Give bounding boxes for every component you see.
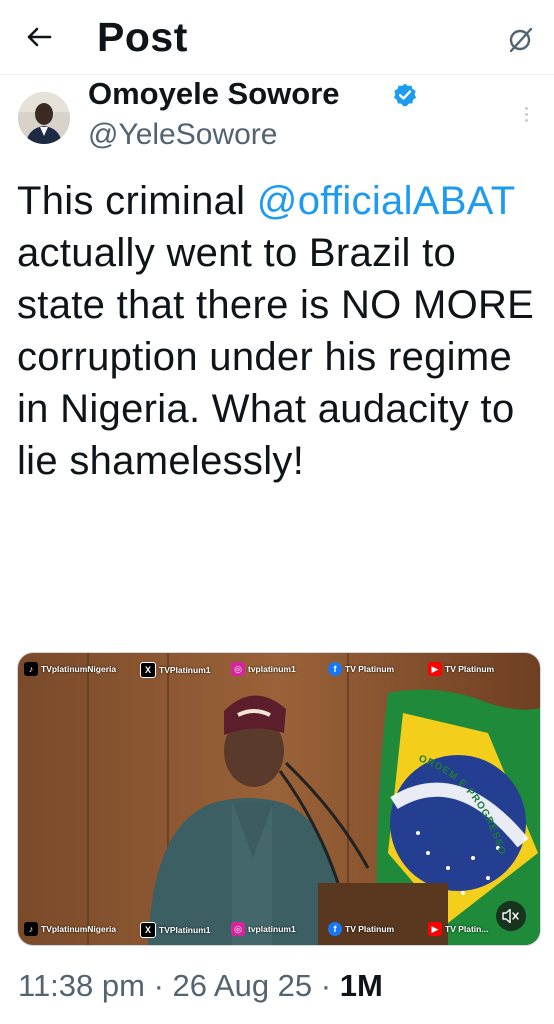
tweet-date: 26 Aug 25 bbox=[172, 968, 313, 1003]
back-button[interactable] bbox=[22, 20, 56, 54]
watermark-row-bottom: ♪ TVplatinumNigeria X TVPlatinum1 ◎ tvpl… bbox=[18, 919, 540, 941]
more-options-button[interactable] bbox=[516, 100, 536, 128]
profile-photo-icon bbox=[18, 92, 70, 144]
back-arrow-icon bbox=[27, 27, 52, 47]
avatar[interactable] bbox=[18, 92, 70, 144]
tiktok-icon: ♪ bbox=[24, 662, 38, 676]
watermark-instagram: tvplatinum1 bbox=[248, 924, 296, 934]
grok-button[interactable] bbox=[502, 22, 538, 58]
tweet-text-part: This criminal bbox=[17, 179, 257, 223]
watermark-x: TVPlatinum1 bbox=[159, 665, 211, 675]
mute-button[interactable] bbox=[496, 901, 526, 931]
mention-link[interactable]: @officialABAT bbox=[257, 179, 515, 223]
watermark-facebook: TV Platinum bbox=[345, 924, 395, 934]
video-frame bbox=[18, 653, 540, 945]
watermark-youtube: TV Platinum bbox=[445, 664, 495, 674]
youtube-icon: ▶ bbox=[428, 922, 442, 936]
youtube-icon: ▶ bbox=[428, 662, 442, 676]
facebook-icon: f bbox=[328, 922, 342, 936]
instagram-icon: ◎ bbox=[231, 922, 245, 936]
more-dot-icon bbox=[524, 112, 528, 116]
muted-speaker-icon bbox=[502, 908, 519, 924]
tweet-text-part: actually went to Brazil to state that th… bbox=[17, 231, 535, 483]
verified-badge-icon bbox=[393, 83, 417, 107]
page-title: Post bbox=[97, 14, 188, 60]
more-dot-icon bbox=[524, 106, 528, 110]
facebook-icon: f bbox=[328, 662, 342, 676]
x-logo-icon: X bbox=[140, 662, 156, 678]
instagram-icon: ◎ bbox=[231, 662, 245, 676]
watermark-x: TVPlatinum1 bbox=[159, 925, 211, 935]
grok-icon bbox=[509, 27, 533, 53]
author-handle[interactable]: @YeleSowore bbox=[88, 118, 277, 152]
author-display-name[interactable]: Omoyele Sowore bbox=[88, 76, 340, 112]
x-logo-icon: X bbox=[140, 922, 156, 938]
more-dot-icon bbox=[524, 118, 528, 122]
tweet-text: This criminal @officialABAT actually wen… bbox=[17, 175, 542, 487]
watermark-tiktok: TVplatinumNigeria bbox=[41, 664, 117, 674]
meta-separator: · bbox=[312, 968, 340, 1003]
tweet-time: 11:38 pm bbox=[18, 968, 145, 1003]
watermark-instagram: tvplatinum1 bbox=[248, 664, 296, 674]
video-player[interactable]: ♪ TVplatinumNigeria X TVPlatinum1 ◎ tvpl… bbox=[17, 652, 541, 946]
watermark-youtube: TV Platin... bbox=[445, 924, 489, 934]
tiktok-icon: ♪ bbox=[24, 922, 38, 936]
watermark-row-top: ♪ TVplatinumNigeria X TVPlatinum1 ◎ tvpl… bbox=[18, 659, 540, 681]
tweet-meta: 11:38 pm · 26 Aug 25 · 1M bbox=[18, 968, 383, 1004]
top-app-bar: Post bbox=[0, 0, 554, 75]
view-count[interactable]: 1M bbox=[340, 968, 383, 1003]
watermark-tiktok: TVplatinumNigeria bbox=[41, 924, 117, 934]
meta-separator: · bbox=[144, 968, 173, 1003]
watermark-facebook: TV Platinum bbox=[345, 664, 395, 674]
